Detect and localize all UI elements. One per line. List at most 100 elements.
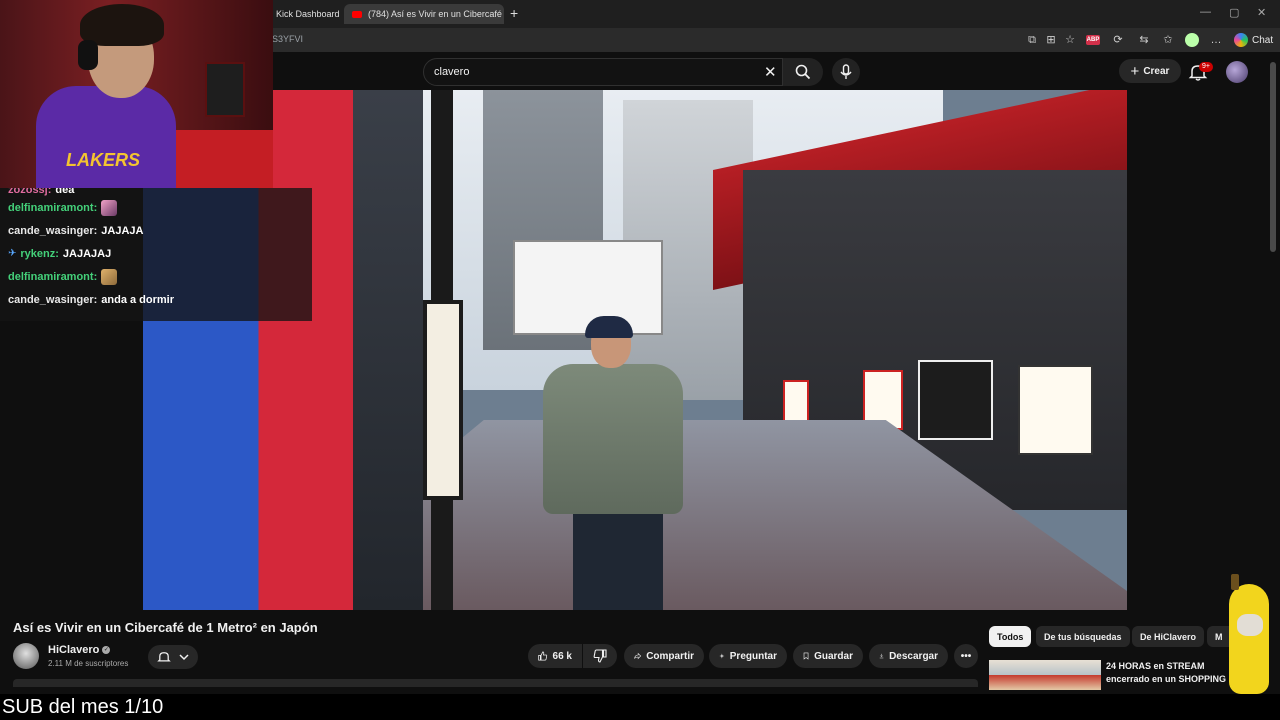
like-count: 66 k (552, 650, 572, 662)
adblock-extension-icon[interactable]: ABP (1086, 35, 1100, 45)
more-horizontal-icon: ••• (960, 650, 972, 662)
sub-goal-banner: SUB del mes 1/10 (0, 694, 1280, 720)
copilot-icon (1234, 33, 1248, 47)
sub-goal-text: SUB del mes 1/10 (2, 696, 164, 718)
channel-name[interactable]: HiClavero ✓ (48, 644, 111, 656)
voice-search-button[interactable] (832, 58, 860, 86)
window-close-icon[interactable]: ✕ (1257, 6, 1266, 19)
chip-from-channel[interactable]: De HiClavero (1132, 626, 1205, 647)
extensions-icon[interactable]: ⟳ (1111, 33, 1125, 47)
favorite-star-icon[interactable]: ☆ (1063, 33, 1077, 47)
thumbs-up-icon (538, 651, 548, 661)
chat-username: zozossj: (8, 188, 52, 196)
chevron-down-icon (179, 654, 189, 661)
chat-message: zozossj: dea (8, 188, 304, 196)
person-jacket (543, 364, 683, 514)
url-text[interactable]: S3YFVI (272, 34, 303, 44)
chat-message: delfinamiramont: (8, 265, 304, 288)
like-button[interactable]: 66 k (528, 644, 582, 668)
channel-name-text: HiClavero (48, 644, 100, 656)
search-value: clavero (434, 66, 470, 78)
webcam-jersey (36, 86, 176, 188)
banana-cat-sticker (1225, 574, 1273, 694)
minimize-icon[interactable]: — (1200, 6, 1211, 18)
chat-message: cande_wasinger: JAJAJA (8, 219, 304, 242)
chip-from-searches[interactable]: De tus búsquedas (1036, 626, 1130, 647)
chat-emote-icon (101, 268, 118, 285)
menu-dots-icon[interactable]: … (1209, 33, 1223, 47)
share-icon (634, 652, 642, 660)
cat-face (1237, 614, 1263, 636)
video-scene-wall (353, 90, 423, 610)
pin-badge-icon: ✈ (8, 248, 17, 259)
sparkle-icon (719, 653, 725, 659)
video-scene-person (533, 316, 693, 610)
person-cap (585, 316, 633, 338)
chat-username: delfinamiramont: (8, 201, 98, 214)
chat-message: cande_wasinger: anda a dormir (8, 288, 304, 311)
download-button[interactable]: Descargar (869, 644, 948, 668)
search-input[interactable]: clavero ✕ (423, 58, 783, 86)
tab-label: (784) Así es Vivir en un Cibercafé d (368, 9, 504, 19)
create-label: Crear (1143, 65, 1170, 77)
search-button[interactable] (783, 58, 823, 86)
chat-username: cande_wasinger: (8, 224, 98, 237)
chat-message: ✈ rykenz: JAJAJAJ (8, 242, 304, 265)
description-box[interactable] (13, 679, 978, 687)
notification-badge: 9+ (1199, 62, 1213, 72)
video-scene-poster (1018, 365, 1093, 455)
chat-text: anda a dormir (101, 293, 175, 306)
subscription-bell-button[interactable] (148, 645, 198, 669)
youtube-favicon-icon (352, 10, 362, 18)
banana-stem (1231, 574, 1239, 590)
chat-message: delfinamiramont: (8, 196, 304, 219)
microphone-icon (840, 64, 852, 79)
apps-icon[interactable]: ⊞ (1044, 33, 1058, 47)
jersey-text: LAKERS (66, 150, 141, 170)
more-actions-button[interactable]: ••• (954, 644, 978, 668)
chat-text: JAJAJAJ (62, 247, 112, 260)
download-icon (879, 653, 884, 659)
streamer-webcam: LAKERS (0, 0, 273, 188)
save-button[interactable]: Guardar (793, 644, 863, 668)
video-player[interactable] (143, 90, 1127, 610)
chat-username: rykenz: (20, 247, 59, 260)
video-title: Así es Vivir en un Cibercafé de 1 Metro²… (13, 620, 318, 635)
copilot-chat-button[interactable]: Chat (1234, 33, 1273, 47)
account-avatar[interactable] (1226, 61, 1248, 83)
new-tab-button[interactable]: + (510, 5, 518, 21)
tab-youtube-video[interactable]: (784) Así es Vivir en un Cibercafé d ✕ (344, 4, 504, 24)
search-icon (795, 64, 811, 80)
dislike-button[interactable] (583, 644, 617, 668)
channel-avatar[interactable] (13, 643, 39, 669)
create-button[interactable]: + Crear (1119, 59, 1181, 83)
ask-button[interactable]: Preguntar (709, 644, 787, 668)
subscriber-count: 2.11 M de suscriptores (48, 659, 129, 668)
chat-emote-icon (101, 199, 118, 216)
split-screen-icon[interactable]: ⇆ (1137, 33, 1151, 47)
recommended-video-thumbnail[interactable] (989, 660, 1101, 690)
share-button[interactable]: Compartir (624, 644, 704, 668)
chip-all[interactable]: Todos (989, 626, 1032, 647)
translate-icon[interactable]: ⧉ (1025, 33, 1039, 47)
thumbs-down-icon (593, 649, 607, 663)
tab-kick-dashboard[interactable]: Kick Dashboard (268, 4, 344, 24)
profile-icon[interactable] (1185, 33, 1199, 47)
tab-label: Kick Dashboard (276, 9, 340, 19)
save-label: Guardar (814, 650, 853, 662)
person-jeans (573, 510, 663, 610)
page-scrollbar[interactable] (1270, 62, 1276, 252)
video-scene-sign (423, 300, 463, 500)
bookmark-icon (803, 652, 809, 660)
stream-chat-overlay: zozossj: dea delfinamiramont: cande_wasi… (0, 188, 312, 321)
maximize-icon[interactable]: ▢ (1229, 6, 1239, 19)
video-scene-poster (783, 380, 809, 425)
bell-icon (157, 652, 171, 662)
recommended-video-title[interactable]: 24 HORAS en STREAM encerrado en un SHOPP… (1106, 660, 1236, 686)
favorites-icon[interactable]: ✩ (1161, 33, 1175, 47)
ask-label: Preguntar (729, 650, 777, 662)
chat-label: Chat (1252, 34, 1274, 46)
close-icon[interactable]: ✕ (764, 63, 777, 81)
headset-icon (78, 40, 98, 70)
chat-username: delfinamiramont: (8, 270, 98, 283)
